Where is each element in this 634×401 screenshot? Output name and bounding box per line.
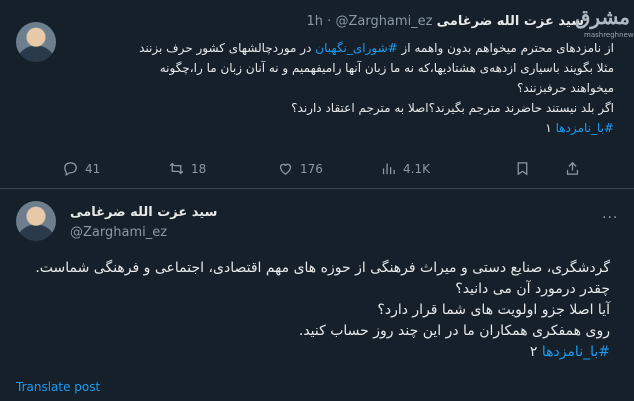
hashtag-link[interactable]: #با_نامزدها [542, 344, 610, 360]
tweet-line: #با_نامزدها ۲ [20, 342, 610, 363]
avatar[interactable] [16, 201, 56, 241]
logo-text: مشرق [574, 5, 630, 29]
text-span: از نامزدهای محترم میخواهم بدون واهمه از [401, 41, 614, 55]
watermark-logo: مشرق mashreghnews.ir [574, 4, 634, 52]
tweet-line: روی همفکری همکاران ما در این چند روز حسا… [298, 323, 610, 339]
views-chart-icon [382, 163, 395, 175]
tweet-text: گردشگری، صنایع دستی و میراث فرهنگی از حو… [20, 258, 610, 363]
separator: · [327, 14, 332, 29]
reply-icon [64, 162, 77, 177]
tweet-header: سید عزت الله ضرغامی @Zarghami_ez · 1h [70, 14, 584, 29]
reply-button[interactable]: 41 [62, 160, 100, 177]
hashtag-link[interactable]: #شورای_نگهبان [315, 41, 397, 55]
translate-post-link[interactable]: Translate post [16, 380, 100, 394]
bookmark-button[interactable] [514, 160, 531, 177]
heart-icon [279, 163, 292, 175]
display-name[interactable]: سید عزت الله ضرغامی [437, 14, 584, 29]
retweet-icon [169, 162, 184, 175]
like-count: 176 [300, 161, 323, 176]
retweet-button[interactable]: 18 [168, 160, 206, 177]
tweet-line: #با_نامزدها ۱ [60, 118, 614, 138]
like-button[interactable]: 176 [277, 160, 323, 177]
tweet-line: گردشگری، صنایع دستی و میراث فرهنگی از حو… [35, 260, 610, 276]
timestamp[interactable]: 1h [307, 14, 324, 29]
tweet-line: آیا اصلا جزو اولویت های شما قرار دارد؟ [377, 302, 610, 318]
tweet-line: میخواهند حرفبزنند؟ [516, 81, 614, 95]
tweet-line: چقدر درمورد آن می دانید؟ [455, 281, 610, 297]
thread-number: ۱ [545, 121, 552, 135]
reply-count: 41 [85, 161, 101, 176]
user-handle[interactable]: @Zarghami_ez [70, 225, 167, 240]
tweet-line: اگر بلد نیستند حاضرند مترجم بگیرند؟اصلا … [291, 101, 614, 115]
view-count: 4.1K [403, 161, 430, 176]
text-span: در موردچالشهای کشور حرف بزنند [139, 41, 312, 55]
action-bar: 41 18 176 4.1K [62, 160, 622, 178]
user-handle[interactable]: @Zarghami_ez [335, 14, 432, 29]
bookmark-icon [517, 162, 528, 176]
hashtag-link[interactable]: #با_نامزدها [556, 121, 614, 135]
tweet-line: مثلا بگویند باسیاری ازدهه‌ی هشتادیها،که … [159, 61, 614, 75]
thread-number: ۲ [529, 344, 538, 360]
share-icon [566, 161, 579, 175]
tweet-line: از نامزدهای محترم میخواهم بدون واهمه از … [60, 38, 614, 58]
avatar[interactable] [16, 22, 56, 62]
display-name[interactable]: سید عزت الله ضرغامی [70, 205, 217, 220]
retweet-count: 18 [191, 161, 207, 176]
views-button[interactable]: 4.1K [380, 160, 430, 177]
tweet-text: از نامزدهای محترم میخواهم بدون واهمه از … [60, 38, 614, 138]
share-button[interactable] [564, 160, 581, 177]
more-options-icon[interactable]: ··· [602, 210, 618, 226]
watermark-url: mashreghnews.ir [584, 31, 634, 39]
tweet-1[interactable]: سید عزت الله ضرغامی @Zarghami_ez · 1h از… [0, 0, 634, 188]
